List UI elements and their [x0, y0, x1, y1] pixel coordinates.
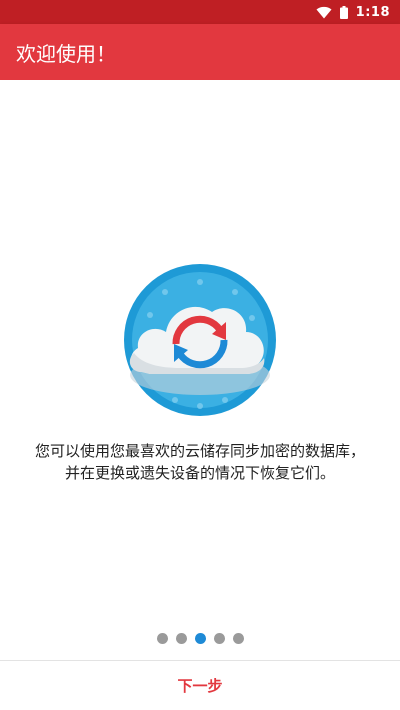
status-time: 1:18 — [355, 4, 390, 20]
battery-icon — [339, 5, 348, 19]
app-bar: 欢迎使用！ — [0, 24, 400, 80]
wifi-icon — [316, 6, 332, 18]
page-dot-4[interactable] — [213, 633, 225, 644]
next-button[interactable]: 下一步 — [0, 661, 400, 710]
description-line-1: 您可以使用您最喜欢的云储存同步加密的数据库， — [34, 442, 365, 460]
page-dot-5[interactable] — [232, 633, 244, 644]
page-dot-3-active[interactable] — [194, 633, 206, 644]
onboarding-description: 您可以使用您最喜欢的云储存同步加密的数据库， 并在更换或遗失设备的情况下恢复它们… — [16, 440, 384, 484]
description-line-2: 并在更换或遗失设备的情况下恢复它们。 — [64, 464, 335, 482]
page-title: 欢迎使用！ — [16, 41, 116, 66]
page-indicator — [0, 633, 400, 645]
cloud-sync-icon — [120, 260, 280, 420]
onboarding-content: 您可以使用您最喜欢的云储存同步加密的数据库， 并在更换或遗失设备的情况下恢复它们… — [0, 80, 400, 660]
status-bar: 1:18 — [0, 0, 400, 24]
page-dot-2[interactable] — [175, 633, 187, 644]
page-dot-1[interactable] — [156, 633, 168, 644]
